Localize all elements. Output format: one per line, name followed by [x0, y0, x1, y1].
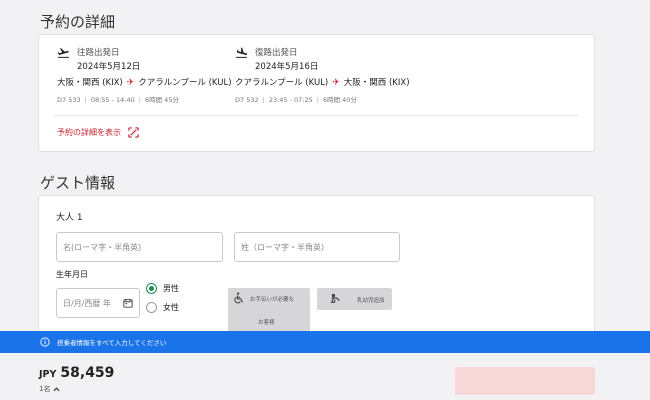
adult-label: 大人 1 — [56, 213, 83, 223]
inbound-origin: クアラルンプール (KUL) — [235, 78, 329, 88]
inbound-date: 2024年5月16日 — [255, 62, 319, 72]
outbound-meta: D7 533 | 08:55 - 14:40 | 6時間 45分 — [57, 94, 237, 104]
calendar-icon[interactable] — [123, 298, 133, 308]
route-plane-icon: ✈ — [332, 78, 340, 88]
gender-male-label: 男性 — [163, 284, 179, 293]
expand-icon — [128, 127, 139, 138]
total-price: JPY 58,459 — [39, 365, 114, 381]
inbound-leg: 復路出発日 2024年5月16日 クアラルンプール (KUL) ✈ 大阪・関西 (K… — [235, 45, 415, 104]
meta-separator: | — [84, 96, 87, 104]
view-details-label: 予約の詳細を表示 — [57, 128, 121, 137]
meta-separator: | — [138, 96, 141, 104]
view-details-link[interactable]: 予約の詳細を表示 — [57, 127, 139, 138]
outbound-destination: クアラルンプール (KUL) — [138, 78, 232, 88]
chevron-up-icon — [53, 386, 60, 391]
info-icon — [40, 337, 50, 347]
continue-button[interactable] — [455, 367, 595, 395]
departure-plane-icon — [57, 47, 69, 58]
dob-label: 生年月日 — [56, 270, 88, 279]
gender-male-option[interactable]: 男性 — [146, 283, 179, 294]
passenger-count: 1名 — [39, 385, 51, 393]
passenger-count-toggle[interactable]: 1名 — [39, 384, 60, 394]
infant-label: 乳幼児追加 — [357, 298, 385, 304]
outbound-times: 08:55 - 14:40 — [90, 96, 135, 104]
guest-card: 大人 1 名(ローマ字・半角英) 姓（ローマ字・半角英) 生年月日 日/月/西暦… — [38, 195, 595, 345]
incomplete-info-banner: 搭乗者情報をすべて入力してください — [0, 331, 650, 353]
dob-field[interactable]: 日/月/西暦 年 — [56, 288, 140, 318]
outbound-leg: 往路出発日 2024年5月12日 大阪・関西 (KIX) ✈ クアラルンプール (K… — [57, 45, 237, 104]
outbound-type: 往路出発日 — [77, 48, 120, 58]
last-name-field[interactable]: 姓（ローマ字・半角英) — [234, 232, 400, 262]
price-currency: JPY — [39, 369, 57, 380]
inbound-meta: D7 532 | 23:45 - 07:25 | 6時間 40分 — [235, 94, 415, 104]
gender-female-label: 女性 — [163, 303, 179, 312]
price-footer: JPY 58,459 1名 — [0, 353, 650, 400]
flight-summary-card: 往路出発日 2024年5月12日 大阪・関西 (KIX) ✈ クアラルンプール (K… — [38, 34, 595, 152]
first-name-field[interactable]: 名(ローマ字・半角英) — [56, 232, 223, 262]
outbound-duration: 6時間 45分 — [144, 96, 179, 104]
outbound-date: 2024年5月12日 — [77, 62, 141, 72]
reservation-title: 予約の詳細 — [40, 13, 116, 31]
first-name-placeholder: 名(ローマ字・半角英) — [63, 242, 142, 252]
inbound-times: 23:45 - 07:25 — [268, 96, 313, 104]
last-name-placeholder: 姓（ローマ字・半角英) — [241, 242, 325, 252]
special-assistance-button[interactable]: お手伝いが必要な お客様 — [228, 288, 310, 332]
inbound-destination: 大阪・関西 (KIX) — [343, 78, 410, 88]
gender-male-radio[interactable] — [146, 283, 157, 294]
assist-label-2: お客様 — [258, 320, 275, 326]
inbound-flight: D7 532 — [235, 96, 259, 104]
arrival-plane-icon — [236, 46, 248, 58]
banner-message: 搭乗者情報をすべて入力してください — [57, 339, 167, 347]
guest-title: ゲスト情報 — [40, 174, 116, 192]
inbound-route: クアラルンプール (KUL) ✈ 大阪・関西 (KIX) — [235, 77, 415, 90]
card-divider — [54, 115, 579, 116]
gender-female-radio[interactable] — [146, 302, 157, 313]
outbound-origin: 大阪・関西 (KIX) — [57, 78, 123, 88]
inbound-type: 復路出発日 — [255, 48, 298, 58]
meta-separator: | — [262, 96, 265, 104]
outbound-route: 大阪・関西 (KIX) ✈ クアラルンプール (KUL) — [57, 77, 237, 90]
outbound-flight: D7 533 — [57, 96, 81, 104]
meta-separator: | — [316, 96, 319, 104]
inbound-duration: 6時間 40分 — [322, 96, 357, 104]
assist-label-1: お手伝いが必要な — [250, 297, 295, 303]
add-infant-button[interactable]: 乳幼児追加 — [317, 288, 392, 310]
gender-female-option[interactable]: 女性 — [146, 302, 179, 313]
wheelchair-icon — [234, 292, 243, 304]
price-amount: 58,459 — [60, 365, 115, 381]
infant-icon — [330, 293, 340, 304]
route-plane-icon: ✈ — [126, 78, 135, 88]
dob-placeholder: 日/月/西暦 年 — [63, 298, 111, 308]
